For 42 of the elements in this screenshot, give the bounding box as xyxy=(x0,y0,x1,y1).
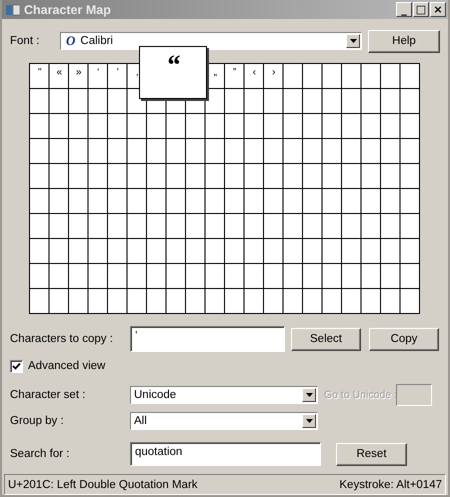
minimize-button[interactable]: _ xyxy=(396,2,412,17)
help-button[interactable]: Help xyxy=(368,30,440,52)
caret-icon xyxy=(306,393,312,397)
character-cell[interactable]: ’ xyxy=(108,64,128,89)
field-label: Character set : xyxy=(10,389,86,401)
character-set-dropdown[interactable]: Unicode xyxy=(130,386,318,404)
character-cell[interactable]: › xyxy=(264,64,284,89)
character-cell[interactable]: ‹ xyxy=(244,64,264,89)
dropdown-arrow-button[interactable] xyxy=(302,414,316,428)
caret-icon xyxy=(350,39,356,43)
status-text: Keystroke: Alt+0147 xyxy=(339,478,442,490)
select-button[interactable]: Select xyxy=(291,328,361,350)
app-icon xyxy=(6,4,20,16)
copy-field[interactable]: ’ xyxy=(130,326,285,352)
copy-button[interactable]: Copy xyxy=(369,328,439,350)
font-type-icon: O xyxy=(66,33,76,49)
character-cell[interactable]: „ xyxy=(206,64,225,89)
field-label: Font : xyxy=(10,35,40,47)
character-grid[interactable]: " « » ‘ ’ ‚ „ ‟ ‹ › xyxy=(29,63,420,314)
search-field[interactable]: quotation xyxy=(130,442,321,466)
field-label: Group by : xyxy=(10,415,65,427)
dropdown-arrow-button[interactable] xyxy=(302,388,316,402)
character-cell[interactable]: « xyxy=(50,64,69,89)
font-dropdown[interactable]: O Calibri xyxy=(60,32,362,50)
unicode-field[interactable] xyxy=(396,384,432,406)
field-label: Characters to copy : xyxy=(10,333,114,345)
character-cell[interactable]: " xyxy=(30,64,50,89)
field-label: Search for : xyxy=(10,448,70,460)
character-cell[interactable]: » xyxy=(69,64,88,89)
caret-icon xyxy=(306,419,312,423)
checkbox[interactable] xyxy=(10,360,23,372)
character-cell[interactable]: ‘ xyxy=(88,64,108,89)
character-cell[interactable]: ‟ xyxy=(225,64,244,89)
maximize-button[interactable]: □ xyxy=(413,2,429,17)
character-preview-tooltip: “ xyxy=(139,46,207,99)
status-text: U+201C: Left Double Quotation Mark xyxy=(8,478,198,490)
checkbox-label[interactable]: Advanced view xyxy=(28,360,106,372)
close-button[interactable]: × xyxy=(430,2,446,17)
dropdown-arrow-button[interactable] xyxy=(346,34,360,48)
group-by-dropdown[interactable]: All xyxy=(130,412,318,430)
window-title: Character Map xyxy=(24,2,112,16)
reset-button[interactable]: Reset xyxy=(336,442,407,466)
